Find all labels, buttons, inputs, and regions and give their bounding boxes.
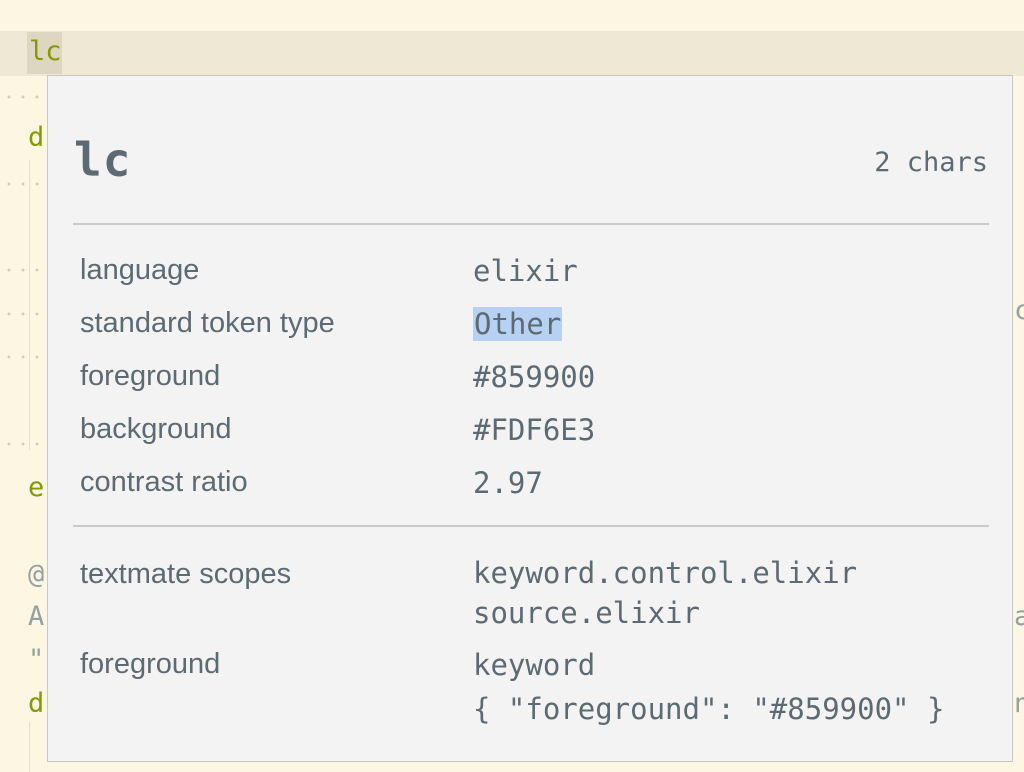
indent-guide [29, 160, 30, 450]
inspector-char-count: 2 chars [874, 147, 988, 178]
foreground-value[interactable]: #859900 [473, 360, 595, 394]
scope-item[interactable]: keyword.control.elixir [473, 556, 857, 590]
selected-text[interactable]: Other [473, 307, 563, 341]
code-line-start[interactable]: " [28, 645, 44, 675]
code-line-start[interactable]: e [28, 473, 44, 503]
code-line-start[interactable]: d [28, 689, 44, 719]
token-inspector-popup: lc 2 chars language elixir standard toke… [47, 75, 1013, 762]
background-value[interactable]: #FDF6E3 [473, 413, 595, 447]
code-peek-right: n [1014, 688, 1024, 719]
whitespace-dots [2, 442, 42, 446]
language-value[interactable]: elixir [473, 254, 578, 288]
current-token[interactable]: lc [29, 37, 62, 67]
code-peek-right: c [1014, 295, 1024, 326]
textmate-scopes-label: textmate scopes [80, 558, 292, 590]
code-peek-right: a [1014, 601, 1024, 632]
contrast-ratio-label: contrast ratio [80, 466, 248, 498]
theme-rule-value[interactable]: { "foreground": "#859900" } [473, 692, 944, 726]
inspector-token-title: lc [74, 133, 132, 187]
scope-item[interactable]: source.elixir [473, 596, 700, 630]
token-type-value[interactable]: Other [473, 307, 563, 341]
whitespace-dots [2, 312, 42, 316]
token-type-label: standard token type [80, 307, 335, 339]
divider [73, 223, 989, 225]
divider [73, 525, 989, 527]
whitespace-dots [2, 182, 42, 186]
theme-rule-name[interactable]: keyword [473, 648, 595, 682]
code-line-start[interactable]: A [28, 602, 44, 632]
code-line-start[interactable]: d [28, 123, 44, 153]
whitespace-dots [2, 355, 42, 359]
whitespace-dots [2, 268, 42, 272]
theme-foreground-label: foreground [80, 648, 221, 680]
language-label: language [80, 254, 200, 286]
whitespace-dots [2, 95, 42, 99]
code-line-start[interactable]: @ [28, 560, 44, 590]
indent-guide [29, 722, 30, 772]
contrast-ratio-value[interactable]: 2.97 [473, 466, 543, 500]
foreground-label: foreground [80, 360, 221, 392]
background-label: background [80, 413, 232, 445]
current-line-highlight [0, 31, 1024, 76]
